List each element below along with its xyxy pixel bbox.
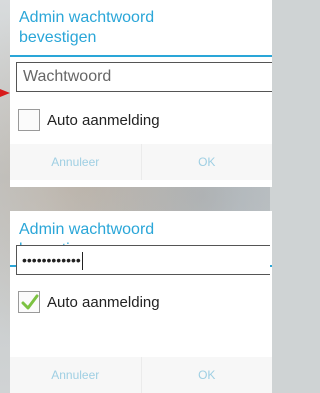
ok-button[interactable]: OK [142,144,273,180]
auto-login-label: Auto aanmelding [47,293,160,311]
checkmark-icon [21,294,39,310]
dialog-button-bar: Annuleer OK [10,357,272,393]
auto-login-label: Auto aanmelding [47,111,160,129]
cancel-button[interactable]: Annuleer [10,144,141,180]
password-masked-value: •••••••••••• [22,252,81,268]
ok-button[interactable]: OK [142,357,273,393]
auto-login-checkbox[interactable] [18,109,40,131]
cancel-button[interactable]: Annuleer [10,357,141,393]
dialog-button-bar: Annuleer OK [10,144,272,180]
title-divider [10,55,272,57]
dialog-title: Admin wachtwoord bevestigen [19,8,259,48]
password-input[interactable]: Wachtwoord [16,62,272,92]
password-input[interactable]: •••••••••••• [16,245,270,275]
auto-login-checkbox[interactable] [18,291,40,313]
auto-login-row[interactable]: Auto aanmelding [18,289,160,315]
dialog-title-line1: Admin wachtwoord [19,9,155,26]
password-placeholder: Wachtwoord [23,68,112,85]
dialog-title-line2: bevestigen [19,29,97,46]
pointer-arrow-icon [0,89,10,97]
confirm-password-dialog-top: Admin wachtwoord bevestigen Wachtwoord A… [10,0,272,187]
dialog-title-line1: Admin wachtwoord [19,221,155,238]
text-caret [81,251,83,270]
auto-login-row[interactable]: Auto aanmelding [18,107,160,133]
